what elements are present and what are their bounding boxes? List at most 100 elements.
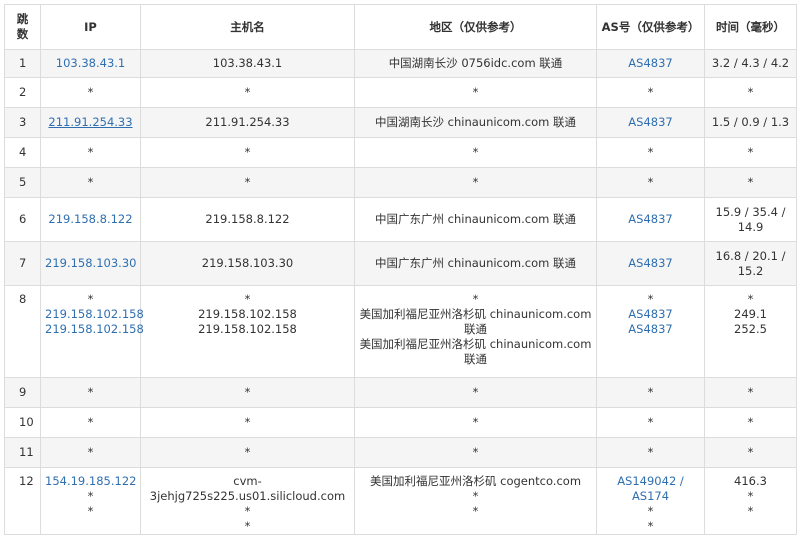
table-row: 12 154.19.185.122 * * cvm- 3jehjg725s225.us01… — [4, 467, 797, 535]
cell-hop: 12 — [4, 467, 41, 535]
as-value[interactable]: AS4837 — [601, 115, 700, 130]
cell-hop: 6 — [4, 197, 41, 242]
cell-region: 中国广东广州 chinaunicom.com 联通 — [354, 241, 597, 286]
time-value: 14.9 — [737, 219, 764, 234]
region-value: * — [472, 415, 479, 429]
region-value: 美国加利福尼亚州洛杉矶 chinaunicom.com — [359, 337, 592, 351]
cell-time: * — [704, 137, 797, 168]
as-value: * — [647, 504, 654, 518]
cell-as: * — [596, 377, 705, 408]
as-value: * — [647, 415, 654, 429]
region-value: * — [472, 385, 479, 399]
host-value: 219.158.102.158 — [198, 322, 297, 336]
host-value: * — [244, 175, 251, 189]
ip-value: * — [87, 489, 94, 503]
cell-region: 中国广东广州 chinaunicom.com 联通 — [354, 197, 597, 242]
time-value: 249.1 — [734, 307, 767, 321]
host-value: * — [244, 145, 251, 159]
region-value: 联通 — [464, 352, 487, 366]
host-value: 219.158.103.30 — [201, 256, 294, 270]
cell-host: 211.91.254.33 — [140, 107, 355, 138]
time-value: * — [747, 145, 754, 159]
cell-as: AS4837 — [596, 241, 705, 286]
as-value[interactable]: AS4837 — [601, 322, 700, 337]
as-value[interactable]: AS4837 — [601, 256, 700, 271]
region-value: * — [472, 504, 479, 518]
table-row: 2 * * * * * — [4, 77, 797, 108]
host-value: * — [244, 385, 251, 399]
ip-value[interactable]: 103.38.43.1 — [45, 56, 136, 71]
time-value: * — [747, 85, 754, 99]
table-row: 9 * * * * * — [4, 377, 797, 408]
time-value: 252.5 — [734, 322, 767, 336]
cell-hop: 4 — [4, 137, 41, 168]
cell-hop: 2 — [4, 77, 41, 108]
cell-ip: * — [40, 407, 141, 438]
region-value: * — [472, 292, 479, 306]
table-body: 1 103.38.43.1 103.38.43.1 中国湖南长沙 0756idc.co… — [4, 49, 797, 535]
cell-ip: 219.158.103.30 — [40, 241, 141, 286]
cell-host: * 219.158.102.158 219.158.102.158 — [140, 285, 355, 378]
as-value: * — [647, 145, 654, 159]
cell-as: * — [596, 167, 705, 198]
as-value[interactable]: AS4837 — [601, 56, 700, 71]
as-value[interactable]: AS174 — [601, 489, 700, 504]
region-value: 联通 — [464, 322, 487, 336]
cell-region: * — [354, 377, 597, 408]
cell-time: 16.8 / 20.1 /15.2 — [704, 241, 797, 286]
header-ip: IP — [40, 4, 141, 50]
cell-ip: * — [40, 167, 141, 198]
cell-time: 15.9 / 35.4 /14.9 — [704, 197, 797, 242]
cell-time: 1.5 / 0.9 / 1.3 — [704, 107, 797, 138]
as-value[interactable]: AS149042 / — [601, 474, 700, 489]
ip-value[interactable]: 219.158.102.158 — [45, 307, 144, 322]
ip-value[interactable]: 219.158.8.122 — [45, 212, 136, 227]
cell-region: * 美国加利福尼亚州洛杉矶 chinaunicom.com 联通 美国加利福尼亚州洛杉… — [354, 285, 597, 378]
cell-as: AS4837 — [596, 49, 705, 78]
traceroute-table: 跳 数 IP 主机名 地区（仅供参考） AS号（仅供参考） 时间（毫秒） 1 10… — [4, 4, 797, 535]
ip-value[interactable]: 211.91.254.33 — [45, 115, 136, 130]
cell-host: cvm- 3jehjg725s225.us01.silicloud.com * * — [140, 467, 355, 535]
cell-ip: * 219.158.102.158 219.158.102.158 — [40, 285, 144, 378]
time-value: * — [747, 385, 754, 399]
time-value: 3.2 / 4.3 / 4.2 — [711, 56, 790, 70]
cell-as: * — [596, 407, 705, 438]
cell-hop: 1 — [4, 49, 41, 78]
cell-as: * — [596, 77, 705, 108]
region-value: * — [472, 145, 479, 159]
ip-value[interactable]: 154.19.185.122 — [45, 474, 136, 489]
time-value: * — [747, 504, 754, 518]
as-value[interactable]: AS4837 — [601, 307, 700, 322]
time-value: 15.2 — [737, 263, 764, 278]
time-value: * — [747, 445, 754, 459]
time-value: * — [747, 175, 754, 189]
cell-host: * — [140, 137, 355, 168]
host-value: * — [244, 504, 251, 518]
cell-ip: * — [40, 377, 141, 408]
table-row: 7 219.158.103.30 219.158.103.30 中国广东广州 chin… — [4, 241, 797, 286]
cell-hop: 9 — [4, 377, 41, 408]
as-value[interactable]: AS4837 — [601, 212, 700, 227]
host-value: * — [244, 292, 251, 306]
cell-region: 中国湖南长沙 0756idc.com 联通 — [354, 49, 597, 78]
cell-host: * — [140, 377, 355, 408]
cell-region: 美国加利福尼亚州洛杉矶 cogentco.com * * — [354, 467, 597, 535]
cell-region: 中国湖南长沙 chinaunicom.com 联通 — [354, 107, 597, 138]
header-as: AS号（仅供参考） — [596, 4, 705, 50]
cell-hop: 3 — [4, 107, 41, 138]
time-value: 1.5 / 0.9 / 1.3 — [711, 115, 790, 129]
region-value: 美国加利福尼亚州洛杉矶 cogentco.com — [369, 474, 582, 488]
host-value: * — [244, 519, 251, 533]
cell-time: * — [704, 377, 797, 408]
time-value: 16.8 / 20.1 / — [715, 248, 786, 263]
table-row: 3 211.91.254.33 211.91.254.33 中国湖南长沙 chinau… — [4, 107, 797, 138]
host-value: 219.158.102.158 — [198, 307, 297, 321]
table-row: 1 103.38.43.1 103.38.43.1 中国湖南长沙 0756idc.co… — [4, 49, 797, 78]
ip-value[interactable]: 219.158.102.158 — [45, 322, 144, 337]
ip-value[interactable]: 219.158.103.30 — [45, 256, 136, 271]
cell-time: * — [704, 437, 797, 468]
ip-value: * — [87, 445, 94, 459]
ip-value: * — [87, 504, 94, 518]
table-row: 4 * * * * * — [4, 137, 797, 168]
host-value: 219.158.8.122 — [205, 212, 290, 226]
